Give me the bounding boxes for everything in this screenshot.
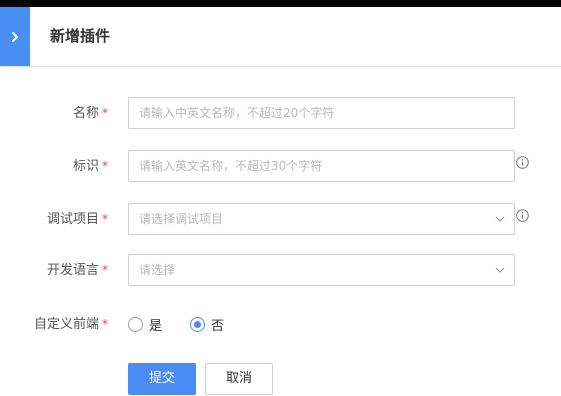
radio-circle[interactable]: [128, 317, 143, 332]
identifier-label-text: 标识: [72, 159, 99, 174]
project-label: 调试项目 *: [47, 203, 108, 236]
language-select-placeholder: 请选择: [139, 263, 176, 277]
collapse-button[interactable]: [0, 7, 30, 66]
identifier-field: [128, 150, 515, 182]
info-icon[interactable]: [516, 209, 529, 222]
identifier-input[interactable]: [129, 151, 514, 181]
name-field: [128, 97, 515, 129]
form-row-identifier: 标识 *: [0, 150, 561, 183]
required-mark: *: [102, 263, 108, 277]
form-row-project: 调试项目 * 请选择调试项目: [0, 203, 561, 236]
window-top-bar: [0, 0, 561, 7]
submit-button[interactable]: 提交: [128, 363, 196, 395]
custom-frontend-label-text: 自定义前端: [33, 317, 99, 332]
page-header: 新增插件: [0, 7, 561, 67]
language-label: 开发语言 *: [47, 254, 108, 287]
form-row-custom-frontend: 自定义前端 * 是 否: [0, 308, 561, 341]
radio-no[interactable]: 否: [190, 315, 224, 334]
name-input[interactable]: [129, 98, 514, 128]
info-icon[interactable]: [516, 156, 529, 169]
page-title: 新增插件: [50, 27, 111, 45]
required-mark: *: [102, 106, 108, 120]
name-label-text: 名称: [72, 106, 99, 121]
form-row-name: 名称 *: [0, 97, 561, 130]
name-label: 名称 *: [73, 97, 108, 130]
required-mark: *: [102, 159, 108, 173]
required-mark: *: [102, 212, 108, 226]
chevron-right-icon: [12, 31, 18, 42]
chevron-down-icon: [495, 267, 505, 273]
chevron-down-icon: [495, 216, 505, 222]
radio-no-label: 否: [211, 319, 225, 334]
radio-yes[interactable]: 是: [128, 315, 162, 334]
form-row-language: 开发语言 * 请选择: [0, 254, 561, 287]
project-select[interactable]: 请选择调试项目: [128, 203, 515, 235]
language-label-text: 开发语言: [46, 263, 99, 278]
cancel-button[interactable]: 取消: [205, 363, 273, 395]
radio-yes-label: 是: [149, 319, 163, 334]
identifier-label: 标识 *: [73, 150, 108, 183]
radio-circle-checked[interactable]: [190, 317, 206, 332]
project-select-placeholder: 请选择调试项目: [139, 212, 224, 226]
custom-frontend-label: 自定义前端 *: [34, 308, 108, 341]
language-select[interactable]: 请选择: [128, 254, 515, 286]
required-mark: *: [102, 317, 108, 331]
custom-frontend-radio-group: 是 否: [128, 308, 252, 341]
project-label-text: 调试项目: [46, 212, 99, 227]
